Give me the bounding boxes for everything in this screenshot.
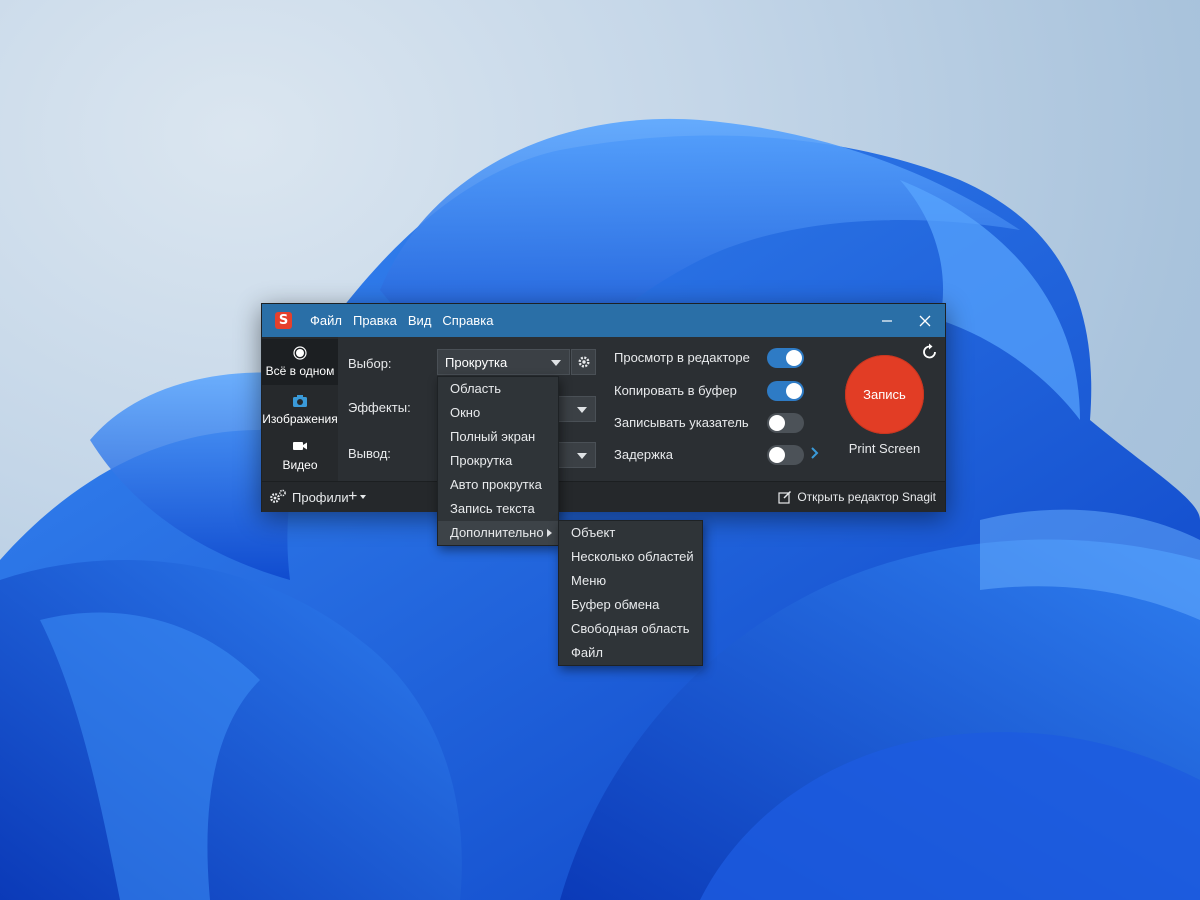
open-editor-button[interactable]: Открыть редактор Snagit	[778, 482, 936, 512]
title-bar: S Файл Правка Вид Справка	[262, 304, 945, 337]
menu-item-fullscreen[interactable]: Полный экран	[438, 425, 558, 449]
add-profile-label: +	[348, 488, 358, 505]
close-button[interactable]	[906, 304, 944, 337]
chevron-down-icon	[577, 453, 587, 459]
submenu-arrow-icon	[547, 529, 552, 537]
video-camera-icon	[262, 440, 338, 456]
close-icon	[919, 315, 931, 326]
chevron-down-icon	[577, 407, 587, 413]
record-circle-icon	[262, 346, 338, 362]
capture-cursor-toggle[interactable]	[767, 413, 804, 433]
minimize-icon	[882, 319, 892, 322]
menu-help[interactable]: Справка	[442, 304, 493, 337]
snagit-capture-window: S Файл Правка Вид Справка Всё в одном Из…	[261, 303, 946, 512]
capture-hotkey: Print Screen	[848, 441, 921, 456]
menu-item-advanced-label: Дополнительно	[450, 525, 544, 540]
mode-image[interactable]: Изображения	[262, 387, 338, 433]
menu-item-file[interactable]: Файл	[559, 641, 702, 665]
menu-item-clipboard[interactable]: Буфер обмена	[559, 593, 702, 617]
gear-icon	[577, 356, 590, 368]
advanced-submenu: Объект Несколько областей Меню Буфер обм…	[558, 520, 703, 666]
profiles-button[interactable]: Профили	[269, 482, 349, 512]
effects-dropdown[interactable]	[558, 396, 596, 422]
menu-item-region[interactable]: Область	[438, 377, 558, 401]
menu-item-grab-text[interactable]: Запись текста	[438, 497, 558, 521]
selection-label: Выбор:	[348, 356, 392, 371]
capture-mode-rail: Всё в одном Изображения Видео	[262, 337, 338, 481]
selection-dropdown[interactable]: Прокрутка	[437, 349, 570, 375]
mode-label: Всё в одном	[265, 364, 335, 378]
open-editor-label: Открыть редактор Snagit	[797, 490, 936, 504]
selection-settings-button[interactable]	[571, 349, 596, 375]
menu-item-scrolling[interactable]: Прокрутка	[438, 449, 558, 473]
mode-video[interactable]: Видео	[262, 433, 338, 479]
menu-item-window[interactable]: Окно	[438, 401, 558, 425]
gears-icon	[270, 489, 286, 503]
profiles-label: Профили	[292, 489, 349, 505]
menu-item-freehand[interactable]: Свободная область	[559, 617, 702, 641]
menu-item-auto-scrolling[interactable]: Авто прокрутка	[438, 473, 558, 497]
menu-bar: Файл Правка Вид Справка	[310, 304, 504, 337]
option-preview-in-editor-label: Просмотр в редакторе	[614, 350, 750, 365]
mode-label: Видео	[282, 458, 318, 472]
caret-down-icon	[360, 495, 367, 499]
chevron-down-icon	[551, 360, 561, 366]
menu-item-multiple-areas[interactable]: Несколько областей	[559, 545, 702, 569]
delay-expand-chevron-icon[interactable]	[810, 446, 820, 460]
output-label: Вывод:	[348, 446, 391, 461]
menu-edit[interactable]: Правка	[353, 304, 397, 337]
option-capture-cursor-label: Записывать указатель	[614, 415, 749, 430]
option-delay-label: Задержка	[614, 447, 674, 462]
preview-in-editor-toggle[interactable]	[767, 348, 804, 368]
menu-view[interactable]: Вид	[408, 304, 432, 337]
copy-to-clipboard-toggle[interactable]	[767, 381, 804, 401]
menu-item-advanced[interactable]: Дополнительно	[438, 521, 558, 545]
option-copy-to-clipboard-label: Копировать в буфер	[614, 383, 737, 398]
selection-menu: Область Окно Полный экран Прокрутка Авто…	[437, 376, 559, 546]
capture-button[interactable]: Запись	[845, 355, 924, 434]
reset-icon[interactable]	[921, 343, 939, 361]
snagit-logo-icon: S	[275, 312, 292, 329]
minimize-button[interactable]	[868, 304, 906, 337]
effects-label: Эффекты:	[348, 400, 411, 415]
menu-file[interactable]: Файл	[310, 304, 342, 337]
selection-value: Прокрутка	[445, 355, 508, 370]
add-profile-button[interactable]: +	[348, 482, 367, 512]
mode-all-in-one[interactable]: Всё в одном	[262, 339, 338, 385]
mode-label: Изображения	[262, 412, 338, 426]
edit-icon	[778, 490, 792, 504]
menu-item-menu[interactable]: Меню	[559, 569, 702, 593]
bottom-bar: Профили + Открыть редактор Snagit	[262, 481, 945, 512]
output-dropdown[interactable]	[558, 442, 596, 468]
delay-toggle[interactable]	[767, 445, 804, 465]
menu-item-object[interactable]: Объект	[559, 521, 702, 545]
camera-icon	[262, 394, 338, 410]
